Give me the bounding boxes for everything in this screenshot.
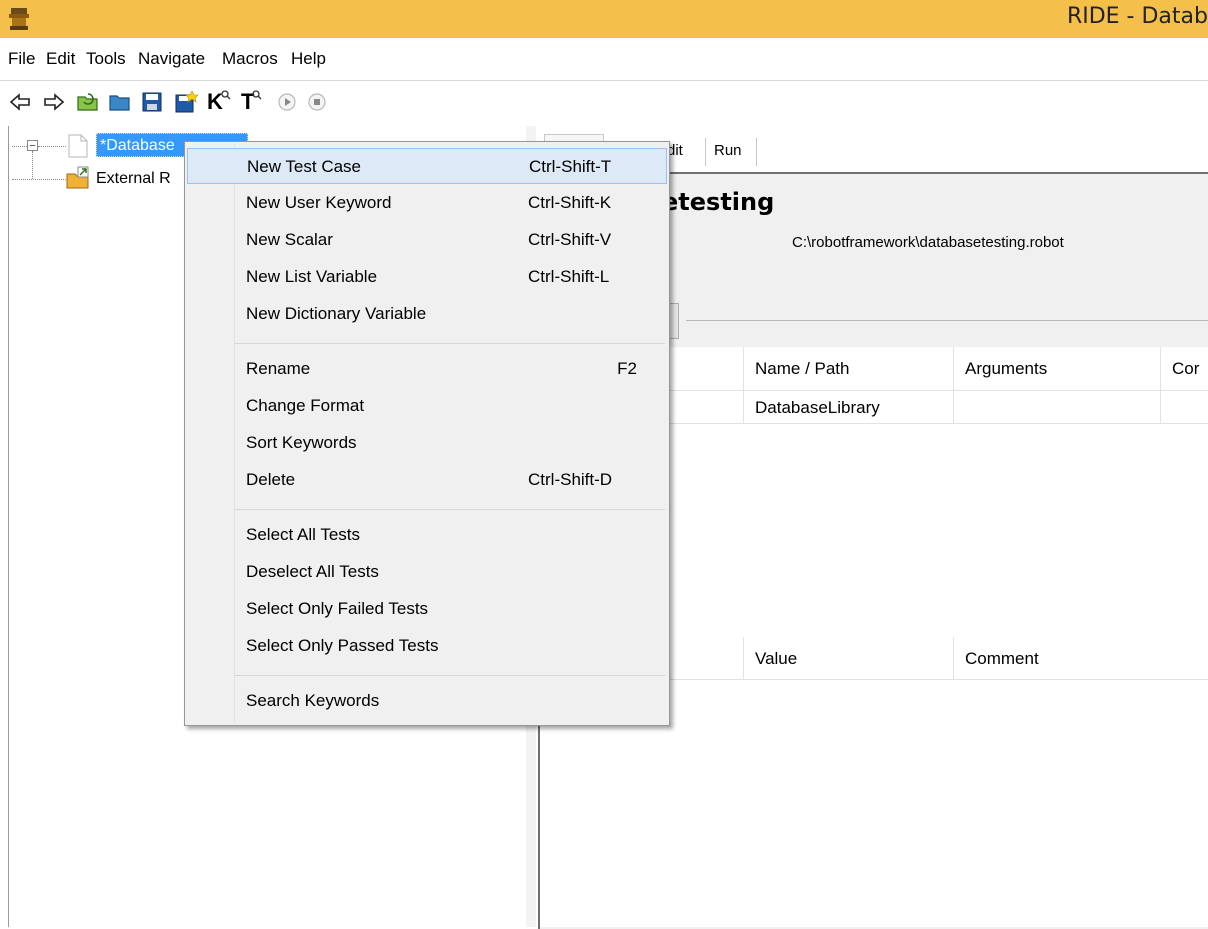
column-header-name-path: Name / Path xyxy=(755,359,850,378)
tree-connector xyxy=(12,179,66,180)
save-all-icon[interactable] xyxy=(174,90,198,114)
toolbar: K T xyxy=(0,81,1208,123)
menu-item-new-dictionary-variable[interactable]: New Dictionary Variable xyxy=(187,296,667,332)
menu-file[interactable]: File xyxy=(8,49,35,69)
menu-item-label: Select Only Passed Tests xyxy=(246,636,439,655)
open-directory-icon[interactable] xyxy=(76,90,100,114)
run-icon[interactable] xyxy=(275,90,299,114)
menu-separator xyxy=(235,509,665,510)
menu-item-label: New Dictionary Variable xyxy=(246,304,427,323)
grid-line xyxy=(953,347,954,423)
menu-item-sort-keywords[interactable]: Sort Keywords xyxy=(187,425,667,461)
grid-line xyxy=(743,347,744,423)
menu-item-search-keywords[interactable]: Search Keywords xyxy=(187,683,667,719)
open-folder-icon[interactable] xyxy=(108,90,132,114)
column-header-arguments: Arguments xyxy=(965,359,1048,378)
tab-run[interactable]: Run xyxy=(714,134,742,168)
forward-arrow-icon[interactable] xyxy=(42,90,66,114)
back-arrow-icon[interactable] xyxy=(8,90,32,114)
menu-bar: File Edit Tools Navigate Macros Help xyxy=(0,38,1208,81)
context-menu: New Test Case Ctrl-Shift-T New User Keyw… xyxy=(184,141,670,726)
tab-divider xyxy=(756,138,757,166)
menu-navigate[interactable]: Navigate xyxy=(138,49,205,69)
menu-item-shortcut: Ctrl-Shift-L xyxy=(528,267,610,286)
menu-item-label: Change Format xyxy=(246,396,365,415)
menu-item-select-only-passed-tests[interactable]: Select Only Passed Tests xyxy=(187,628,667,664)
title-bar[interactable]: RIDE - Datab xyxy=(0,0,1208,38)
tab-divider xyxy=(705,138,706,166)
menu-separator xyxy=(235,675,665,676)
menu-macros[interactable]: Macros xyxy=(222,49,278,69)
menu-item-label: New User Keyword xyxy=(246,193,392,212)
menu-help[interactable]: Help xyxy=(291,49,326,69)
tree-connector xyxy=(12,146,27,147)
ride-app-icon xyxy=(9,8,29,30)
stop-icon[interactable] xyxy=(305,90,329,114)
menu-item-label: Search Keywords xyxy=(246,691,380,710)
menu-item-label: Delete xyxy=(246,470,296,489)
menu-item-deselect-all-tests[interactable]: Deselect All Tests xyxy=(187,554,667,590)
tree-connector xyxy=(38,146,66,147)
menu-item-shortcut: Ctrl-Shift-T xyxy=(529,157,612,176)
file-icon xyxy=(68,134,88,158)
column-header-comment: Comment xyxy=(965,649,1039,668)
settings-divider xyxy=(686,320,1208,321)
menu-item-shortcut: Ctrl-Shift-K xyxy=(528,193,612,212)
menu-item-new-user-keyword[interactable]: New User Keyword Ctrl-Shift-K xyxy=(187,185,667,221)
menu-item-shortcut: F2 xyxy=(617,359,637,378)
menu-item-label: Rename xyxy=(246,359,311,378)
search-keyword-icon[interactable]: K xyxy=(207,90,231,114)
menu-item-delete[interactable]: Delete Ctrl-Shift-D xyxy=(187,462,667,498)
menu-item-label: New List Variable xyxy=(246,267,378,286)
grid-line xyxy=(953,637,954,679)
menu-item-label: New Scalar xyxy=(246,230,333,249)
grid-line xyxy=(743,637,744,679)
save-icon[interactable] xyxy=(140,90,164,114)
tree-node-external-resources[interactable]: External R xyxy=(96,170,171,188)
external-resources-icon xyxy=(66,166,89,189)
tree-collapse-toggle[interactable]: − xyxy=(27,140,38,152)
menu-edit[interactable]: Edit xyxy=(46,49,75,69)
menu-item-label: Select All Tests xyxy=(246,525,361,544)
menu-item-select-all-tests[interactable]: Select All Tests xyxy=(187,517,667,553)
menu-item-label: Deselect All Tests xyxy=(246,562,379,581)
menu-item-change-format[interactable]: Change Format xyxy=(187,388,667,424)
menu-item-label: Sort Keywords xyxy=(246,433,357,452)
search-test-icon[interactable]: T xyxy=(241,90,265,114)
tree-connector xyxy=(32,151,33,179)
window-title: RIDE - Datab xyxy=(1066,4,1208,29)
menu-item-label: Select Only Failed Tests xyxy=(246,599,429,618)
column-header-comment: Cor xyxy=(1172,359,1200,378)
grid-line xyxy=(1160,347,1161,423)
menu-item-new-test-case[interactable]: New Test Case Ctrl-Shift-T xyxy=(187,148,667,184)
menu-item-new-scalar[interactable]: New Scalar Ctrl-Shift-V xyxy=(187,222,667,258)
menu-item-select-only-failed-tests[interactable]: Select Only Failed Tests xyxy=(187,591,667,627)
menu-separator xyxy=(235,343,665,344)
menu-item-shortcut: Ctrl-Shift-D xyxy=(528,470,613,489)
menu-item-new-list-variable[interactable]: New List Variable Ctrl-Shift-L xyxy=(187,259,667,295)
menu-item-label: New Test Case xyxy=(247,157,362,176)
menu-item-shortcut: Ctrl-Shift-V xyxy=(528,230,612,249)
suite-title: etesting xyxy=(662,188,775,216)
source-path: C:\robotframework\databasetesting.robot xyxy=(792,234,1064,251)
menu-tools[interactable]: Tools xyxy=(86,49,126,69)
column-header-value: Value xyxy=(755,649,798,668)
import-cell-name[interactable]: DatabaseLibrary xyxy=(755,398,880,418)
menu-item-rename[interactable]: Rename F2 xyxy=(187,351,667,387)
